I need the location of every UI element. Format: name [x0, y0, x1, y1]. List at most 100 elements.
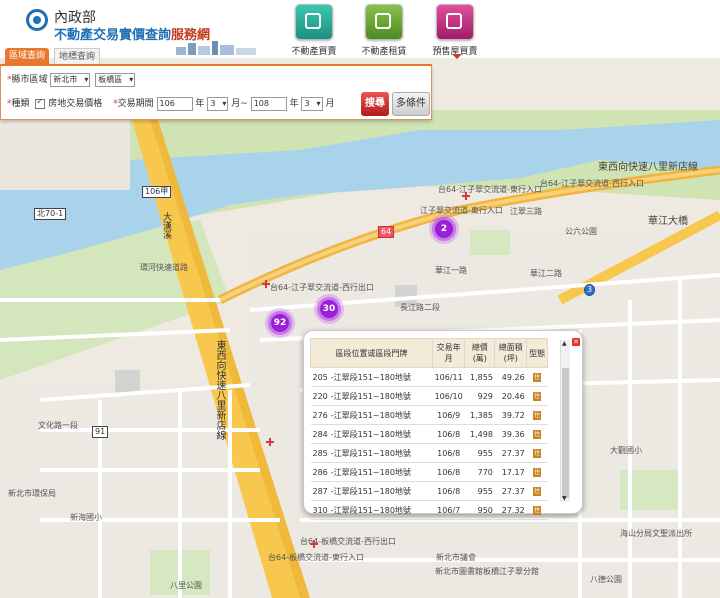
- residence-type-icon[interactable]: 住: [533, 449, 542, 458]
- nav-sale[interactable]: 不動產買賣: [284, 4, 344, 57]
- cell-type: 住: [526, 500, 548, 520]
- cell-type: 住: [526, 386, 548, 406]
- residence-type-icon[interactable]: 住: [533, 411, 542, 420]
- env-bureau-label: 新北市環保局: [8, 489, 56, 498]
- hospital-icon: [262, 280, 270, 288]
- haishan-label: 海山分局文聖派出所: [620, 529, 692, 538]
- start-month-select[interactable]: 3: [207, 96, 229, 111]
- huajiang-bridge-label: 華江大橋: [648, 216, 688, 227]
- cell-type: 住: [526, 405, 548, 425]
- route-70-badge: 北70-1: [34, 208, 67, 220]
- search-button[interactable]: 搜尋: [361, 92, 389, 116]
- cell-type: 住: [526, 367, 548, 387]
- tab-area-search[interactable]: 區域查詢: [5, 48, 50, 64]
- council-label: 新北市議會: [436, 553, 476, 562]
- popup-scrollbar[interactable]: ▲ ▼: [560, 340, 570, 502]
- cell-price: 955: [464, 443, 495, 463]
- residence-type-icon[interactable]: 住: [533, 468, 542, 477]
- table-row[interactable]: 276 -江翠段151~180地號 106/9 1,385 39.72 住: [310, 405, 548, 425]
- cell-type: 住: [526, 481, 548, 501]
- cell-price: 955: [464, 481, 495, 501]
- skyline-icon: [176, 41, 256, 55]
- cell-address: 205 -江翠段151~180地號: [310, 367, 433, 387]
- nav-rent[interactable]: 不動產租賃: [354, 4, 414, 57]
- table-row[interactable]: 220 -江翠段151~180地號 106/10 929 20.46 住: [310, 386, 548, 406]
- jiangcui3-label: 江翠三路: [510, 207, 542, 216]
- cell-area: 39.36: [494, 424, 527, 444]
- tab-landmark-search[interactable]: 地標查詢: [54, 48, 101, 65]
- end-year-input[interactable]: 108: [250, 96, 287, 111]
- type-checkbox[interactable]: [35, 97, 46, 109]
- cell-price: 950: [464, 500, 495, 520]
- cell-date: 106/9: [432, 405, 465, 425]
- cluster-marker[interactable]: 92: [265, 308, 295, 338]
- route-91-badge: 91: [92, 426, 109, 438]
- city-label: 縣市區域: [11, 75, 48, 85]
- city-select[interactable]: 新北市: [50, 72, 91, 87]
- col-address: 區段位置或區段門牌: [309, 338, 434, 368]
- jiangcuikou-label: 台64-江子翠交流道-東行入口: [438, 185, 542, 194]
- table-row[interactable]: 285 -江翠段151~180地號 106/8 955 27.37 住: [310, 443, 548, 463]
- cell-address: 285 -江翠段151~180地號: [310, 443, 433, 463]
- transaction-table: 區段位置或區段門牌 交易年月 總價(萬) 總面積(坪) 型態 205 -江翠段15…: [309, 338, 548, 520]
- close-icon[interactable]: ✕: [572, 338, 580, 346]
- cell-address: 286 -江翠段151~180地號: [310, 462, 433, 482]
- house-rent-icon: [365, 4, 403, 40]
- tai64-bottom2-label: 台64-板橋交流道-東行入口: [268, 553, 364, 562]
- period-label: 交易期間: [117, 99, 154, 109]
- cell-price: 1,385: [464, 405, 495, 425]
- site-logo[interactable]: 內政部 不動產交易實價查詢服務網: [26, 7, 256, 55]
- expressway-label: 東西向快速八里新店線: [598, 162, 698, 173]
- col-price: 總價(萬): [464, 338, 496, 368]
- dayuan-label: 大觀國小: [610, 446, 642, 455]
- cluster-marker[interactable]: 2: [429, 214, 459, 244]
- residence-type-icon[interactable]: 住: [533, 430, 542, 439]
- cell-date: 106/8: [432, 462, 465, 482]
- cell-address: 284 -江翠段151~180地號: [310, 424, 433, 444]
- residence-type-icon[interactable]: 住: [533, 392, 542, 401]
- residence-type-icon[interactable]: 住: [533, 487, 542, 496]
- cell-price: 1,855: [464, 367, 495, 387]
- table-row[interactable]: 287 -江翠段151~180地號 106/8 955 27.37 住: [310, 481, 548, 501]
- cell-address: 220 -江翠段151~180地號: [310, 386, 433, 406]
- col-area: 總面積(坪): [494, 338, 528, 368]
- type-option-label: 房地交易價格: [48, 99, 103, 109]
- search-panel: *縣市區域 新北市 板橋區 *種類 房地交易價格 *交易期間 106 年 3 月…: [0, 64, 432, 120]
- cell-price: 770: [464, 462, 495, 482]
- cell-address: 287 -江翠段151~180地號: [310, 481, 433, 501]
- huajiang1-label: 華江一路: [435, 266, 467, 275]
- table-row[interactable]: 205 -江翠段151~180地號 106/11 1,855 49.26 住: [310, 367, 548, 387]
- cell-area: 49.26: [494, 367, 527, 387]
- table-row[interactable]: 286 -江翠段151~180地號 106/8 770 17.17 住: [310, 462, 548, 482]
- bade-label: 八德公園: [590, 575, 622, 584]
- ministry-logo-icon: [26, 9, 48, 31]
- residence-type-icon[interactable]: 住: [533, 373, 542, 382]
- cell-type: 住: [526, 462, 548, 482]
- table-row[interactable]: 310 -江翠段151~180地號 106/7 950 27.32 住: [310, 500, 548, 520]
- route-106-badge: 106甲: [142, 186, 172, 198]
- hospital-icon: [462, 192, 470, 200]
- end-month-select[interactable]: 3: [301, 96, 323, 111]
- table-row[interactable]: 284 -江翠段151~180地號 106/8 1,498 39.36 住: [310, 424, 548, 444]
- start-year-input[interactable]: 106: [156, 96, 193, 111]
- cluster-marker[interactable]: 30: [314, 294, 344, 324]
- cell-date: 106/8: [432, 443, 465, 463]
- type-label: 種類: [11, 99, 30, 109]
- dahan-river-label: 大漢溪: [161, 212, 171, 239]
- library-label: 新北市圖書館板橋江子翠分館: [435, 567, 539, 576]
- cell-area: 27.32: [494, 500, 527, 520]
- type-row: *種類 房地交易價格 *交易期間 106 年 3 月~ 108 年 3 月: [7, 96, 334, 111]
- jiangcui-exchange-label: 江子翠交流道-東行入口: [420, 206, 503, 215]
- nav-presale[interactable]: 預售屋買賣: [425, 4, 485, 57]
- cell-address: 276 -江翠段151~180地號: [310, 405, 433, 425]
- cell-date: 106/8: [432, 424, 465, 444]
- more-conditions-button[interactable]: 多條件: [392, 92, 430, 116]
- changjiang2-label: 長江路二段: [400, 303, 440, 312]
- hospital-icon: [266, 438, 274, 446]
- district-select[interactable]: 板橋區: [95, 72, 136, 87]
- site-header: 內政部 不動產交易實價查詢服務網 不動產買賣 不動產租賃 預售屋買賣: [0, 0, 720, 59]
- residence-type-icon[interactable]: 住: [533, 506, 542, 515]
- cell-address: 310 -江翠段151~180地號: [310, 500, 433, 520]
- cell-date: 106/8: [432, 481, 465, 501]
- park-label: 公六公園: [565, 227, 597, 236]
